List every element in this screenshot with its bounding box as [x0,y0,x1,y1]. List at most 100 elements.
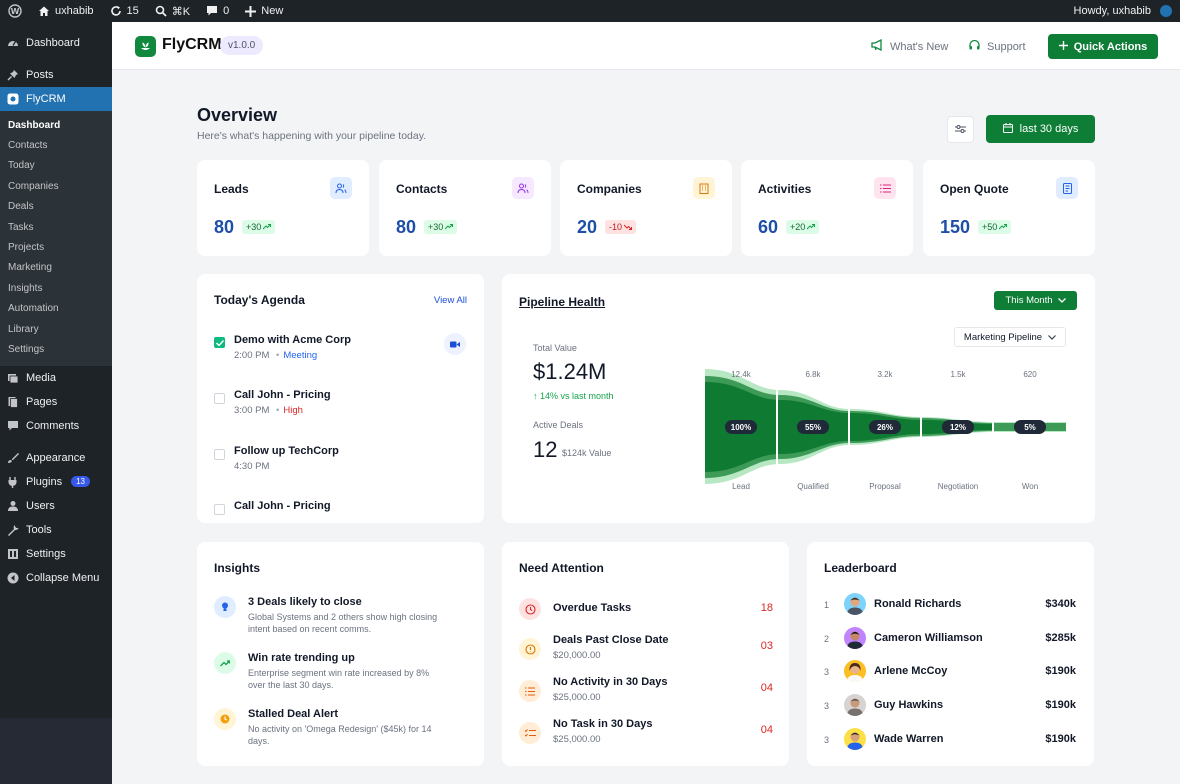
submenu-settings[interactable]: Settings [0,339,112,359]
stat-delta: +20 [786,220,820,234]
submenu-insights[interactable]: Insights [0,278,112,298]
menu-comments-label: Comments [26,419,80,432]
stat-card-contacts[interactable]: Contacts 80 +30 [379,160,551,256]
insight-item[interactable]: Win rate trending up Enterprise segment … [214,652,464,692]
submenu-marketing[interactable]: Marketing [0,258,112,278]
support-link[interactable]: Support [968,39,1026,55]
stat-label: Activities [758,182,812,196]
quick-actions-button[interactable]: Quick Actions [1048,34,1158,59]
search-shortcut[interactable]: ⌘K [147,0,198,22]
submenu-companies[interactable]: Companies [0,176,112,196]
updates-link[interactable]: 15 [102,0,147,22]
submenu-dashboard[interactable]: Dashboard [0,115,112,135]
stat-label: Leads [214,182,249,196]
video-call-button[interactable] [444,333,466,355]
menu-flycrm[interactable]: FlyCRM [0,87,112,111]
comment-icon [206,5,218,17]
leaderboard-row[interactable]: 3 Guy Hawkins $190k [824,694,1076,720]
plus-icon [245,5,257,17]
menu-plugins[interactable]: Plugins 13 [0,470,112,494]
menu-dashboard[interactable]: Dashboard [0,31,112,55]
date-range-button[interactable]: last 30 days [986,115,1095,143]
comments-link[interactable]: 0 [198,0,237,22]
submenu-contacts[interactable]: Contacts [0,135,112,155]
submenu-library[interactable]: Library [0,319,112,339]
leaderboard-rank: 3 [824,735,830,745]
my-account-link[interactable]: Howdy, uxhabib [1066,0,1180,22]
agenda-checkbox[interactable] [214,504,225,515]
menu-pages[interactable]: Pages [0,390,112,414]
agenda-item[interactable]: Follow up TechCorp 4:30 PM [214,445,467,475]
support-label: Support [987,41,1026,53]
stat-card-open-quote[interactable]: Open Quote 150 +50 [923,160,1095,256]
clock-icon [214,708,236,730]
agenda-item-time: 2:00 PM [234,350,270,361]
date-range-label: last 30 days [1019,123,1079,135]
attention-item-title: Overdue Tasks [553,602,632,614]
leaderboard-row[interactable]: 1 Ronald Richards $340k [824,593,1076,619]
insight-title: 3 Deals likely to close [248,596,362,608]
filter-button[interactable] [947,116,974,143]
submenu-automation[interactable]: Automation [0,299,112,319]
site-name-link[interactable]: uxhabib [30,0,102,22]
attention-item[interactable]: No Task in 30 Days $25,000.00 04 [519,718,773,748]
menu-collapse[interactable]: Collapse Menu [0,566,112,590]
attention-card: Need Attention Overdue Tasks 18 Deals Pa… [502,542,789,766]
agenda-item[interactable]: Call John - Pricing [214,500,467,520]
stat-label: Open Quote [940,182,1009,196]
stage-count: 1.5k [950,370,966,379]
stat-delta: -10 [605,220,637,234]
submenu-projects[interactable]: Projects [0,237,112,257]
refresh-icon [110,5,122,17]
leaderboard-row[interactable]: 2 Cameron Williamson $285k [824,627,1076,653]
submenu-today[interactable]: Today [0,156,112,176]
submenu-tasks[interactable]: Tasks [0,217,112,237]
menu-users[interactable]: Users [0,494,112,518]
leaderboard-name: Guy Hawkins [874,699,944,711]
wp-logo-menu[interactable]: W [0,0,30,22]
leaderboard-row[interactable]: 3 Arlene McCoy $190k [824,660,1076,686]
menu-users-label: Users [26,499,55,512]
attention-item[interactable]: Deals Past Close Date $20,000.00 03 [519,634,773,664]
shortcut-label: ⌘K [171,5,191,18]
agenda-checkbox[interactable] [214,337,225,348]
list-icon [874,177,896,199]
stat-card-activities[interactable]: Activities 60 +20 [741,160,913,256]
leaderboard-row[interactable]: 3 Wade Warren $190k [824,728,1076,754]
agenda-item-meta: 3:00 PM • High [234,405,303,416]
view-all-link[interactable]: View All [434,295,467,306]
agenda-item-title: Follow up TechCorp [234,445,339,457]
leaderboard-amount: $285k [1045,632,1076,644]
agenda-title: Today's Agenda [214,293,305,307]
contacts-icon [512,177,534,199]
attention-item-title: No Task in 30 Days [553,718,653,730]
stat-card-companies[interactable]: Companies 20 -10 [560,160,732,256]
wordpress-icon: W [8,4,22,18]
menu-settings[interactable]: Settings [0,542,112,566]
whats-new-link[interactable]: What's New [871,38,948,54]
agenda-checkbox[interactable] [214,393,225,404]
menu-comments[interactable]: Comments [0,414,112,438]
menu-tools[interactable]: Tools [0,518,112,542]
insight-item[interactable]: 3 Deals likely to close Global Systems a… [214,596,464,636]
attention-item[interactable]: Overdue Tasks 18 [519,596,773,626]
menu-pages-label: Pages [26,395,58,408]
building-icon [693,177,715,199]
submenu-deals[interactable]: Deals [0,197,112,217]
agenda-checkbox[interactable] [214,449,225,460]
menu-media[interactable]: Media [0,366,112,390]
menu-appearance[interactable]: Appearance [0,446,112,470]
stat-card-leads[interactable]: Leads 80 +30 [197,160,369,256]
brand-name: FlyCRM [162,36,222,53]
app-header: FlyCRM v1.0.0 What's New Support Quick A… [112,22,1180,70]
agenda-item[interactable]: Demo with Acme Corp 2:00 PM • Meeting [214,334,467,364]
menu-posts[interactable]: Posts [0,63,112,87]
agenda-item[interactable]: Call John - Pricing 3:00 PM • High [214,389,467,419]
new-content-link[interactable]: New [237,0,291,22]
attention-item[interactable]: No Activity in 30 Days $25,000.00 04 [519,676,773,706]
insight-item[interactable]: Stalled Deal Alert No activity on 'Omega… [214,708,464,748]
avatar [844,728,866,750]
menu-appearance-label: Appearance [26,451,86,464]
settings-icon [7,548,19,560]
main-content: Overview Here's what's happening with yo… [112,70,1180,784]
